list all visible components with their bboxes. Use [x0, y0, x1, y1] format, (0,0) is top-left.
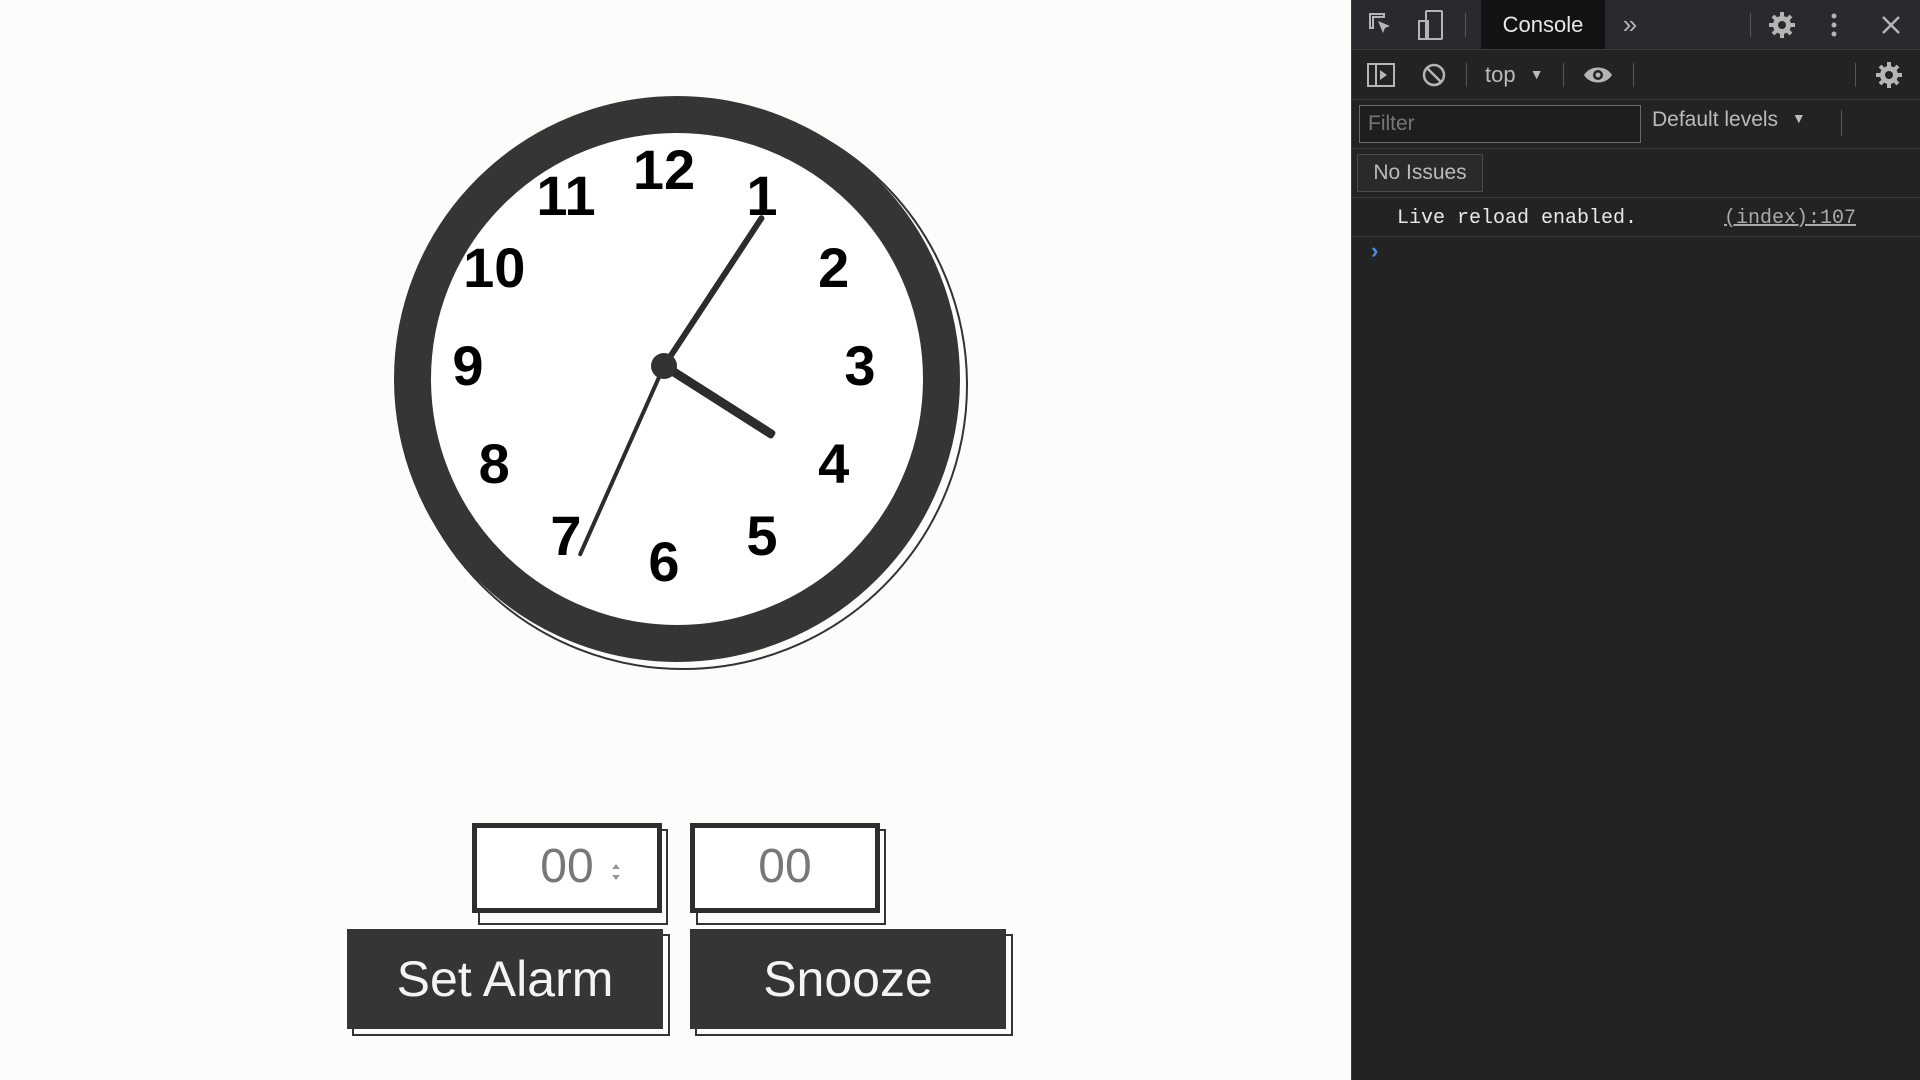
dropdown-arrow-icon: ▼ [1791, 110, 1806, 126]
clock-numeral: 10 [463, 236, 526, 299]
console-filter-input[interactable] [1359, 105, 1641, 143]
spinner-icon[interactable] [611, 864, 621, 880]
toolbar-separator [1841, 110, 1842, 136]
clock-center-hub [651, 353, 677, 379]
devtools-tab-bar: Console » [1352, 0, 1920, 50]
console-toolbar: top ▼ [1352, 50, 1920, 100]
divider [1352, 148, 1920, 149]
clock-numeral: 2 [818, 236, 850, 299]
context-selector[interactable]: top ▼ [1485, 62, 1544, 88]
analog-clock: 12 1 2 3 4 5 6 7 8 9 10 11 [390, 92, 970, 672]
clock-numeral: 9 [452, 334, 484, 397]
clock-numeral: 5 [746, 503, 778, 567]
log-levels-dropdown[interactable]: Default levels ▼ [1652, 108, 1806, 132]
page: 12 1 2 3 4 5 6 7 8 9 10 11 00 00 Set Alarm Snooze [0, 0, 1351, 1080]
snooze-button[interactable]: Snooze [690, 929, 1006, 1029]
devtools-panel: Console » top ▼ Filter Default levels ▼ … [1351, 0, 1920, 1080]
kebab-menu-icon[interactable] [1826, 10, 1842, 40]
minutes-placeholder: 00 [758, 840, 812, 893]
inspect-element-icon[interactable] [1366, 10, 1396, 40]
clock-numeral: 4 [818, 432, 850, 495]
log-source-link[interactable]: (index):107 [1724, 207, 1856, 230]
clear-console-icon[interactable] [1421, 62, 1447, 88]
toolbar-separator [1563, 63, 1564, 87]
toolbar-separator [1855, 63, 1856, 87]
dropdown-arrow-icon: ▼ [1529, 66, 1544, 82]
clock-numeral: 12 [632, 138, 696, 201]
toolbar-separator [1465, 13, 1466, 37]
more-tabs-icon[interactable]: » [1618, 9, 1642, 39]
clock-numeral: 6 [648, 530, 680, 593]
hours-input[interactable]: 00 [472, 823, 662, 913]
toolbar-separator [1466, 63, 1467, 87]
console-log-row: Live reload enabled. (index):107 [1352, 198, 1920, 237]
sidebar-toggle-icon[interactable] [1366, 62, 1396, 88]
hours-placeholder: 00 [540, 840, 594, 893]
live-expression-eye-icon[interactable] [1582, 63, 1614, 87]
toolbar-separator [1633, 63, 1634, 87]
clock-numeral: 11 [536, 164, 596, 228]
toolbar-separator [1750, 13, 1751, 37]
tab-console[interactable]: Console [1481, 0, 1605, 49]
issues-button[interactable]: No Issues [1357, 154, 1483, 192]
minutes-input[interactable]: 00 [690, 823, 880, 913]
settings-gear-icon[interactable] [1767, 10, 1797, 40]
close-icon[interactable] [1878, 12, 1904, 38]
set-alarm-button[interactable]: Set Alarm [347, 929, 663, 1029]
console-settings-gear-icon[interactable] [1874, 60, 1904, 90]
clock-numeral: 8 [478, 432, 510, 495]
clock-numeral: 3 [844, 334, 876, 397]
device-toolbar-icon[interactable] [1416, 9, 1446, 41]
context-label: top [1485, 62, 1516, 87]
log-message: Live reload enabled. [1397, 207, 1638, 230]
log-levels-label: Default levels [1652, 108, 1779, 131]
console-prompt-icon[interactable]: › [1368, 240, 1381, 265]
